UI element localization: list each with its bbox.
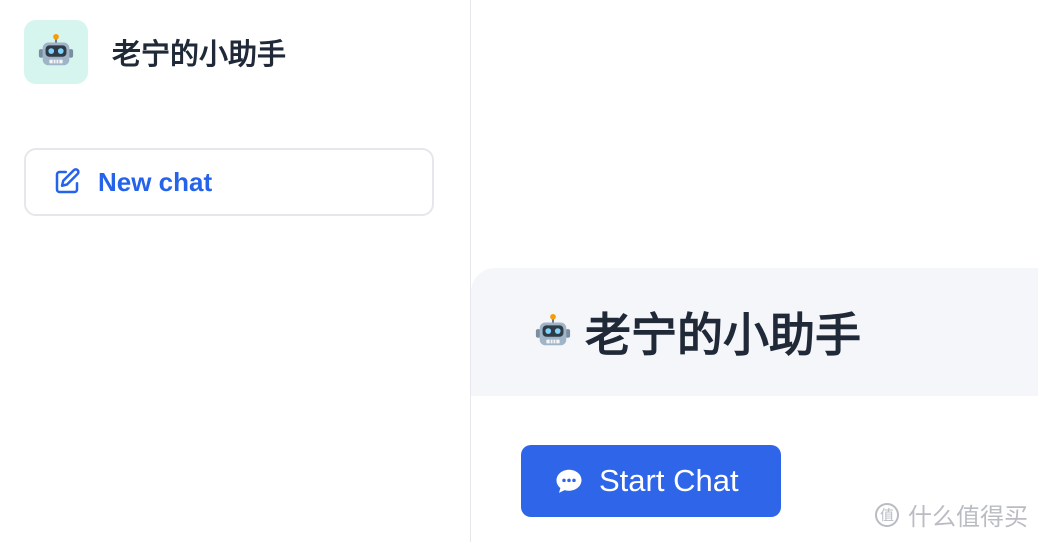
welcome-title: 老宁的小助手 — [585, 308, 861, 362]
start-chat-button[interactable]: Start Chat — [521, 445, 781, 517]
edit-icon — [50, 165, 84, 199]
brand-header: 老宁的小助手 — [24, 20, 286, 84]
robot-icon — [533, 312, 573, 352]
welcome-banner: 老宁的小助手 — [471, 268, 1038, 396]
app-window: 老宁的小助手 New chat 老宁的小助手 Start Chat 值 什么值得… — [0, 0, 1038, 542]
start-chat-label: Start Chat — [599, 463, 739, 498]
main-panel: 老宁的小助手 Start Chat — [471, 0, 1038, 542]
robot-icon — [24, 20, 88, 84]
brand-name: 老宁的小助手 — [112, 37, 287, 71]
chat-bubble-icon — [553, 465, 585, 497]
sidebar: 老宁的小助手 New chat — [0, 0, 471, 542]
new-chat-label: New chat — [98, 166, 213, 197]
watermark-text: 什么值得买 — [908, 503, 1028, 531]
watermark: 值 什么值得买 — [872, 497, 1028, 532]
new-chat-button[interactable]: New chat — [24, 148, 434, 216]
svg-text:值: 值 — [880, 508, 894, 524]
smzdm-logo-icon: 值 — [872, 500, 902, 530]
